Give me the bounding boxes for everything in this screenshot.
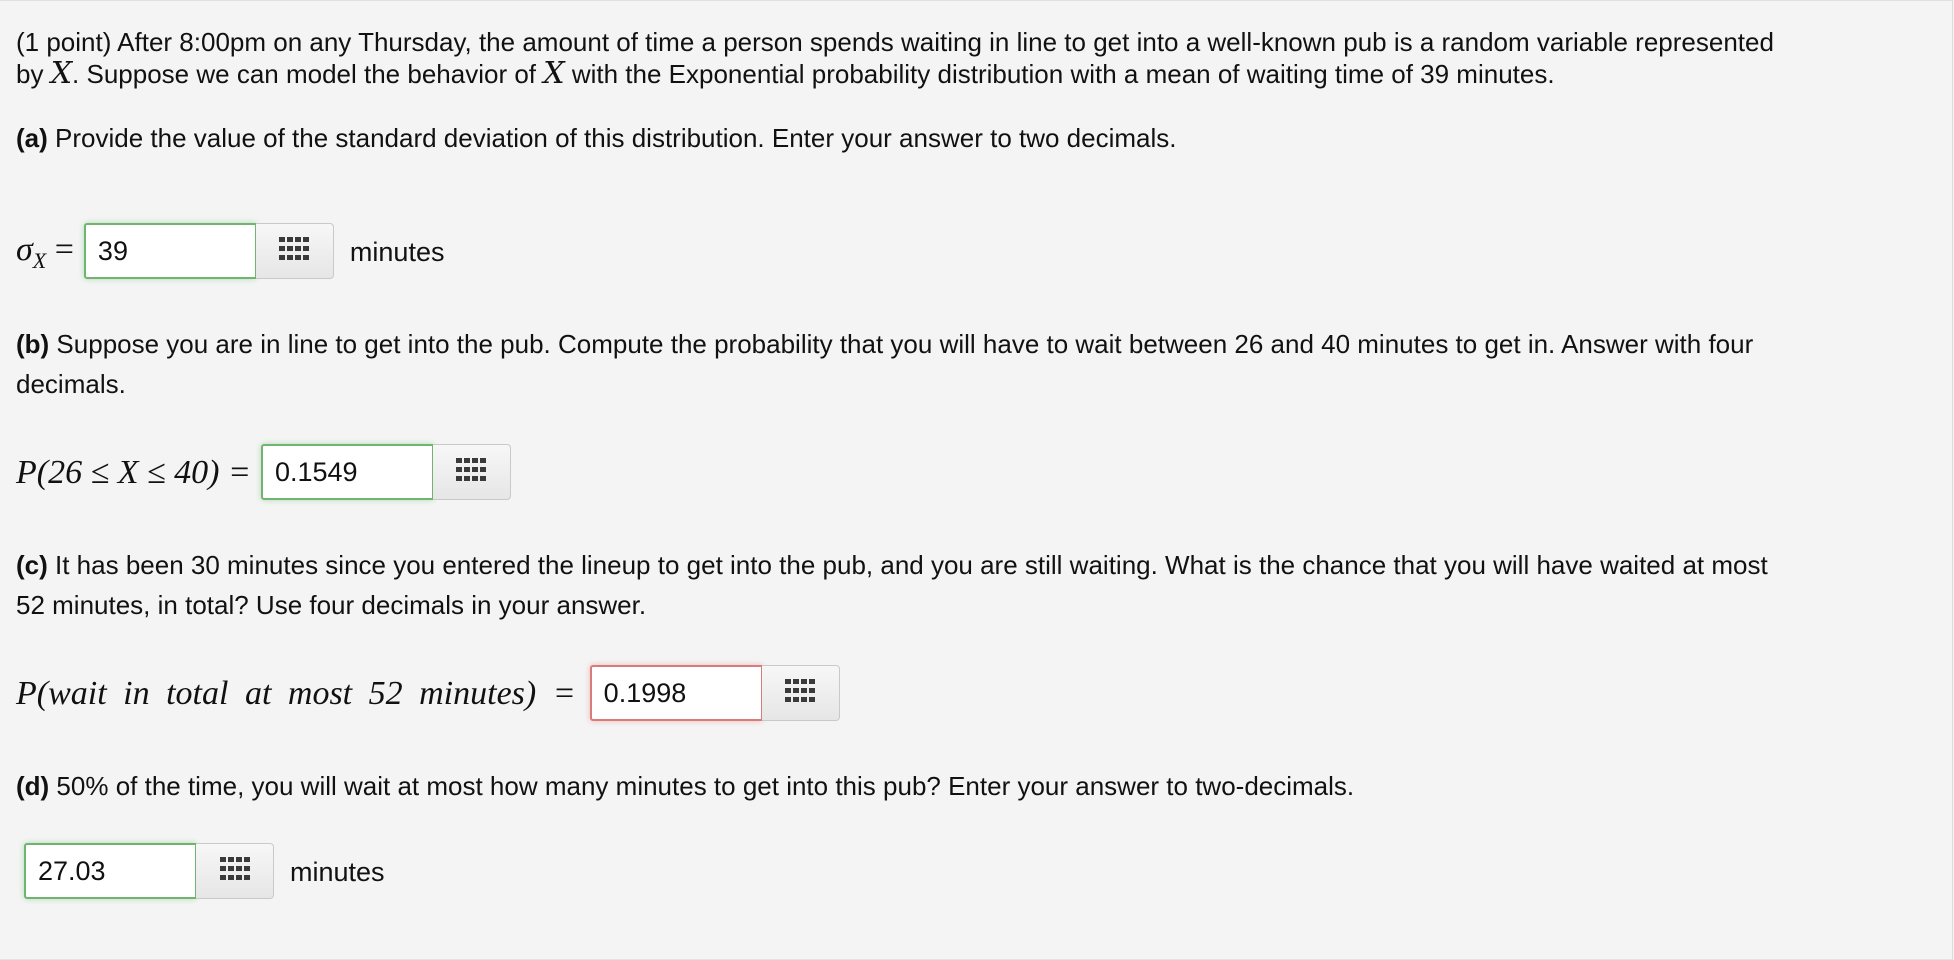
keypad-grid-icon bbox=[219, 856, 250, 886]
part-b-keypad-button[interactable] bbox=[432, 444, 511, 500]
part-b-question: (b) Suppose you are in line to get into … bbox=[16, 324, 1753, 364]
part-c-text: It has been 30 minutes since you entered… bbox=[47, 550, 1768, 580]
part-c-keypad-button[interactable] bbox=[761, 665, 840, 721]
part-c-question-line2: 52 minutes, in total? Use four decimals … bbox=[16, 585, 646, 625]
problem-intro-line2: by X. Suppose we can model the behavior … bbox=[16, 54, 1555, 94]
math-var-x: X bbox=[543, 56, 565, 91]
intro-text-line1: (1 point) After 8:00pm on any Thursday, … bbox=[16, 27, 1774, 57]
part-a-math-label: σX = bbox=[16, 231, 74, 274]
part-d-input-group bbox=[24, 843, 274, 901]
sigma-symbol: σ bbox=[16, 230, 33, 268]
part-c-answer-input[interactable] bbox=[589, 665, 762, 721]
part-a-answer-input[interactable] bbox=[83, 223, 256, 279]
part-b-label: (b) bbox=[16, 329, 50, 359]
part-d-question: (d) 50% of the time, you will wait at mo… bbox=[16, 766, 1354, 806]
part-d-text: 50% of the time, you will wait at most h… bbox=[49, 771, 1355, 801]
part-c-label: (c) bbox=[16, 550, 48, 580]
keypad-grid-icon bbox=[785, 678, 816, 708]
part-d-answer-row: minutes bbox=[24, 841, 385, 903]
part-b-input-group bbox=[260, 444, 511, 502]
equals-sign: = bbox=[46, 230, 74, 268]
keypad-grid-icon bbox=[456, 457, 487, 487]
part-c-input-group bbox=[589, 665, 840, 723]
intro-text: with the Exponential probability distrib… bbox=[564, 59, 1555, 89]
part-c-answer-row: P(wait in total at most 52 minutes) = bbox=[16, 663, 840, 725]
part-d-answer-input[interactable] bbox=[24, 843, 196, 899]
part-b-question-line2: decimals. bbox=[16, 364, 126, 404]
keypad-grid-icon bbox=[279, 236, 310, 266]
part-c-math-label: P(wait in total at most 52 minutes) = bbox=[16, 675, 576, 712]
math-var-x: X bbox=[50, 56, 73, 91]
part-a-text: Provide the value of the standard deviat… bbox=[47, 123, 1177, 153]
part-a-unit: minutes bbox=[349, 236, 445, 267]
intro-text: . Suppose we can model the behavior of bbox=[72, 59, 544, 89]
part-b-math-label: P(26 ≤ X ≤ 40) = bbox=[16, 454, 251, 491]
part-a-keypad-button[interactable] bbox=[255, 223, 334, 279]
part-b-answer-row: P(26 ≤ X ≤ 40) = bbox=[16, 442, 511, 504]
part-c-question: (c) It has been 30 minutes since you ent… bbox=[16, 545, 1768, 585]
part-a-input-group bbox=[83, 223, 334, 281]
part-a-question: (a) Provide the value of the standard de… bbox=[16, 118, 1177, 158]
intro-text: by bbox=[16, 59, 51, 89]
part-b-text: Suppose you are in line to get into the … bbox=[49, 329, 1754, 359]
part-d-unit: minutes bbox=[290, 856, 385, 887]
sigma-subscript: X bbox=[32, 247, 47, 273]
part-c-text-2: 52 minutes, in total? Use four decimals … bbox=[16, 590, 647, 620]
part-b-answer-input[interactable] bbox=[260, 444, 433, 500]
part-a-answer-row: σX = minutes bbox=[16, 221, 444, 283]
part-d-keypad-button[interactable] bbox=[196, 843, 274, 899]
part-d-label: (d) bbox=[16, 771, 50, 801]
part-b-text-2: decimals. bbox=[16, 369, 126, 399]
part-a-label: (a) bbox=[16, 123, 48, 153]
